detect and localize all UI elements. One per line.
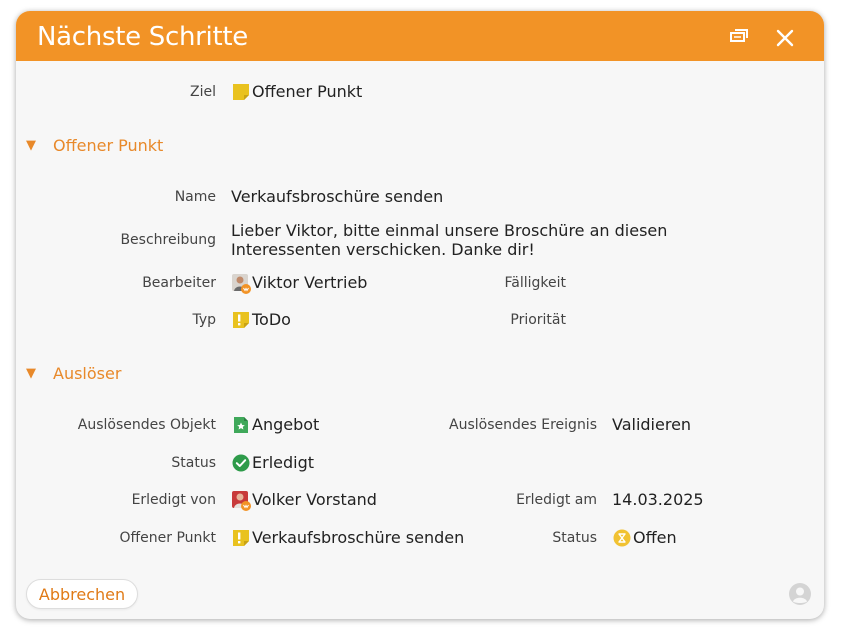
description-label: Beschreibung bbox=[120, 232, 216, 248]
name-value: Verkaufsbroschüre senden bbox=[231, 187, 444, 206]
type-label: Typ bbox=[192, 312, 216, 328]
trigger-object-value[interactable]: Angebot bbox=[232, 415, 319, 434]
todo-note-icon bbox=[232, 529, 250, 547]
user-icon[interactable] bbox=[788, 582, 812, 606]
done-at-label: Erledigt am bbox=[516, 492, 597, 508]
close-icon[interactable] bbox=[775, 28, 799, 52]
description-value: Lieber Viktor, bitte einmal unsere Brosc… bbox=[231, 221, 668, 259]
section-open-item-title: Offener Punkt bbox=[53, 136, 164, 155]
cancel-button[interactable]: Abbrechen bbox=[26, 579, 138, 609]
avatar bbox=[232, 490, 251, 511]
target-label: Ziel bbox=[190, 84, 216, 100]
trigger-event-value: Validieren bbox=[612, 415, 692, 434]
done-by-value[interactable]: Volker Vorstand bbox=[232, 490, 377, 511]
hourglass-icon bbox=[613, 529, 631, 547]
restore-window-icon[interactable] bbox=[727, 24, 751, 48]
name-label: Name bbox=[174, 189, 216, 205]
note-icon bbox=[232, 83, 250, 101]
target-value-text: Offener Punkt bbox=[252, 82, 363, 101]
dialog-header: Nächste Schritte bbox=[16, 11, 824, 61]
offer-document-icon bbox=[232, 416, 250, 434]
trigger-event-label: Auslösendes Ereignis bbox=[449, 417, 597, 433]
section-open-item[interactable]: ▼ Offener Punkt bbox=[26, 136, 163, 155]
trigger-object-label: Auslösendes Objekt bbox=[77, 417, 216, 433]
open-item-status-value: Offen bbox=[613, 528, 677, 547]
trigger-open-item-label: Offener Punkt bbox=[119, 530, 216, 546]
done-at-value: 14.03.2025 bbox=[612, 490, 704, 509]
due-label: Fälligkeit bbox=[504, 275, 566, 291]
open-item-status-text: Offen bbox=[633, 528, 677, 547]
done-by-label: Erledigt von bbox=[131, 492, 216, 508]
check-circle-icon bbox=[232, 454, 250, 472]
trigger-status-label: Status bbox=[171, 455, 216, 471]
editor-name: Viktor Vertrieb bbox=[252, 273, 368, 292]
done-by-name: Volker Vorstand bbox=[252, 490, 377, 509]
open-item-status-label: Status bbox=[552, 530, 597, 546]
type-value-text: ToDo bbox=[252, 310, 291, 329]
trigger-status-value: Erledigt bbox=[232, 453, 314, 472]
priority-label: Priorität bbox=[510, 312, 566, 328]
collapse-triangle-icon: ▼ bbox=[26, 138, 36, 153]
todo-note-icon bbox=[232, 311, 250, 329]
section-trigger-title: Auslöser bbox=[53, 364, 122, 383]
type-value: ToDo bbox=[232, 310, 291, 329]
collapse-triangle-icon: ▼ bbox=[26, 366, 36, 381]
trigger-status-text: Erledigt bbox=[252, 453, 315, 472]
dialog-title: Nächste Schritte bbox=[37, 22, 248, 52]
editor-label: Bearbeiter bbox=[142, 275, 216, 291]
trigger-object-text: Angebot bbox=[252, 415, 320, 434]
editor-value[interactable]: Viktor Vertrieb bbox=[232, 273, 368, 294]
avatar bbox=[232, 273, 251, 294]
section-trigger[interactable]: ▼ Auslöser bbox=[26, 364, 121, 383]
next-steps-dialog: Nächste Schritte Ziel Offener Punkt ▼ Of… bbox=[16, 11, 824, 619]
target-value[interactable]: Offener Punkt bbox=[232, 82, 362, 101]
